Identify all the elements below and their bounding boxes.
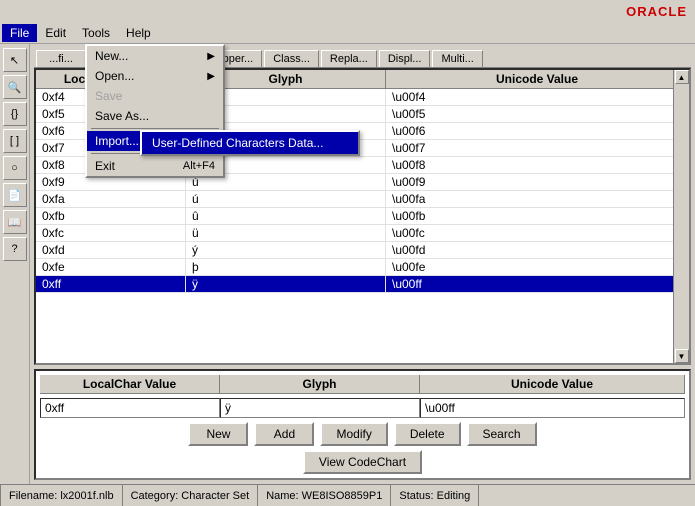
menu-bar: File Edit Tools Help New... ▶ Open... ▶ … — [0, 22, 695, 44]
status-bar: Filename: lx2001f.nlb Category: Characte… — [0, 484, 695, 506]
cell-unicode: \u00fc — [386, 225, 689, 241]
menu-help[interactable]: Help — [118, 24, 159, 42]
menu-new[interactable]: New... ▶ — [87, 46, 223, 66]
menu-save-as[interactable]: Save As... — [87, 106, 223, 126]
toolbar-doc-btn[interactable]: 📄 — [3, 183, 27, 207]
buttons-row-2: View CodeChart — [40, 450, 685, 474]
import-submenu: User-Defined Characters Data... — [140, 130, 360, 156]
new-button[interactable]: New — [188, 422, 248, 446]
table-row[interactable]: 0xfa ú \u00fa — [36, 191, 689, 208]
status-name: Name: WE8ISO8859P1 — [258, 485, 391, 506]
cell-glyph: ü — [186, 225, 386, 241]
separator-1 — [91, 128, 219, 129]
menu-tools[interactable]: Tools — [74, 24, 118, 42]
edit-col-unicode: Unicode Value — [420, 375, 685, 393]
cell-unicode: \u00ff — [386, 276, 689, 292]
toolbar-book-btn[interactable]: 📖 — [3, 210, 27, 234]
toolbar-curly-btn[interactable]: [ ] — [3, 129, 27, 153]
scroll-up-btn[interactable]: ▲ — [675, 70, 689, 84]
cell-unicode: \u00fb — [386, 208, 689, 224]
toolbar-circle-btn[interactable]: ○ — [3, 156, 27, 180]
title-bar: ORACLE — [0, 0, 695, 22]
edit-col-glyph: Glyph — [220, 375, 420, 393]
table-row[interactable]: 0xff ÿ \u00ff — [36, 276, 689, 293]
add-button[interactable]: Add — [254, 422, 314, 446]
cell-unicode: \u00f9 — [386, 174, 689, 190]
cell-unicode: \u00f4 — [386, 89, 689, 105]
cell-unicode: \u00fe — [386, 259, 689, 275]
cell-localchar: 0xfd — [36, 242, 186, 258]
table-row[interactable]: 0xfd ý \u00fd — [36, 242, 689, 259]
cell-glyph: û — [186, 208, 386, 224]
view-codechart-button[interactable]: View CodeChart — [303, 450, 422, 474]
submenu-arrow-open: ▶ — [207, 71, 215, 82]
cell-localchar: 0xff — [36, 276, 186, 292]
search-button[interactable]: Search — [467, 422, 537, 446]
cell-glyph: ÿ — [186, 276, 386, 292]
cell-unicode: \u00f8 — [386, 157, 689, 173]
cell-localchar: 0xfe — [36, 259, 186, 275]
edit-panel-row — [40, 398, 685, 418]
scroll-down-btn[interactable]: ▼ — [675, 349, 689, 363]
toolbar-zoom-btn[interactable]: 🔍 — [3, 75, 27, 99]
cell-unicode: \u00fa — [386, 191, 689, 207]
file-dropdown-menu: New... ▶ Open... ▶ Save Save As... Impor… — [85, 44, 225, 178]
edit-col-localchar: LocalChar Value — [40, 375, 220, 393]
edit-panel-header: LocalChar Value Glyph Unicode Value — [40, 375, 685, 394]
localchar-input[interactable] — [40, 398, 220, 418]
cell-localchar: 0xfb — [36, 208, 186, 224]
toolbar-question-btn[interactable]: ? — [3, 237, 27, 261]
cell-unicode: \u00f7 — [386, 140, 689, 156]
table-row[interactable]: 0xfc ü \u00fc — [36, 225, 689, 242]
menu-open[interactable]: Open... ▶ — [87, 66, 223, 86]
cell-glyph: þ — [186, 259, 386, 275]
menu-edit[interactable]: Edit — [37, 24, 74, 42]
menu-file[interactable]: File — [2, 24, 37, 42]
status-category: Category: Character Set — [123, 485, 259, 506]
delete-button[interactable]: Delete — [394, 422, 461, 446]
cell-localchar: 0xfa — [36, 191, 186, 207]
cell-localchar: 0xfc — [36, 225, 186, 241]
menu-exit[interactable]: Exit Alt+F4 — [87, 156, 223, 176]
tab-fi[interactable]: ...fi... — [36, 50, 86, 67]
buttons-row-1: New Add Modify Delete Search — [40, 422, 685, 446]
left-toolbar: ↖ 🔍 {} [ ] ○ 📄 📖 ? — [0, 44, 30, 484]
toolbar-pointer-btn[interactable]: ↖ — [3, 48, 27, 72]
status-filename: Filename: lx2001f.nlb — [0, 485, 123, 506]
cell-unicode: \u00fd — [386, 242, 689, 258]
modify-button[interactable]: Modify — [320, 422, 387, 446]
tab-multi[interactable]: Multi... — [432, 50, 482, 67]
table-row[interactable]: 0xfe þ \u00fe — [36, 259, 689, 276]
scrollbar[interactable]: ▲ ▼ — [673, 70, 689, 363]
unicode-input[interactable] — [420, 398, 685, 418]
toolbar-brackets-btn[interactable]: {} — [3, 102, 27, 126]
submenu-arrow: ▶ — [207, 51, 215, 62]
cell-glyph: ú — [186, 191, 386, 207]
tab-class[interactable]: Class... — [264, 50, 319, 67]
menu-save: Save — [87, 86, 223, 106]
table-row[interactable]: 0xfb û \u00fb — [36, 208, 689, 225]
cell-glyph: ý — [186, 242, 386, 258]
cell-unicode: \u00f6 — [386, 123, 689, 139]
oracle-logo: ORACLE — [626, 4, 687, 19]
tab-displ[interactable]: Displ... — [379, 50, 431, 67]
submenu-user-defined[interactable]: User-Defined Characters Data... — [142, 132, 358, 154]
cell-unicode: \u00f5 — [386, 106, 689, 122]
edit-panel: LocalChar Value Glyph Unicode Value New … — [34, 369, 691, 480]
status-editing: Status: Editing — [391, 485, 479, 506]
col-unicode: Unicode Value — [386, 70, 689, 88]
tab-repla[interactable]: Repla... — [321, 50, 377, 67]
glyph-input[interactable] — [220, 398, 420, 418]
